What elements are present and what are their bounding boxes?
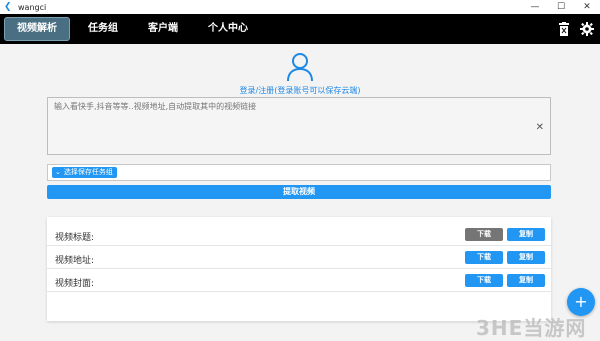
gear-icon[interactable] [580, 22, 594, 36]
minimize-button[interactable]: — [522, 0, 548, 14]
task-group-selector: ⌄ 选择保存任务组 [47, 164, 551, 181]
tab-personal-center[interactable]: 个人中心 [196, 18, 260, 40]
chevron-down-icon: ⌄ [55, 168, 61, 176]
result-label: 视频封面: [55, 279, 95, 289]
watermark-logo: 3HE当游网 [476, 316, 587, 340]
extract-video-button[interactable]: 提取视频 [47, 185, 551, 199]
result-label: 视频标题: [55, 233, 95, 243]
login-register-link[interactable]: 登录/注册(登录账号可以保存云端) [0, 85, 600, 96]
result-row-cover: 视频封面: 下载 复制 [47, 269, 551, 292]
url-input-box: ✕ [47, 97, 551, 155]
tab-video-parse[interactable]: 视频解析 [4, 17, 70, 41]
user-avatar-icon[interactable] [286, 52, 314, 82]
close-button[interactable]: ✕ [574, 0, 600, 14]
login-area: 登录/注册(登录账号可以保存云端) [0, 52, 600, 96]
download-cover-button[interactable]: 下载 [465, 274, 503, 287]
trash-icon[interactable] [558, 22, 570, 36]
app-logo-icon: ❮ [4, 2, 12, 12]
clear-icon[interactable]: ✕ [536, 122, 544, 133]
copy-address-button[interactable]: 复制 [507, 251, 545, 264]
tab-task-group[interactable]: 任务组 [76, 18, 130, 40]
video-url-input[interactable] [48, 98, 528, 148]
download-address-button[interactable]: 下载 [465, 251, 503, 264]
select-task-group-button[interactable]: ⌄ 选择保存任务组 [52, 167, 117, 178]
result-row-title: 视频标题: 下载 复制 [47, 223, 551, 246]
window-title: wangci [18, 2, 47, 12]
copy-cover-button[interactable]: 复制 [507, 274, 545, 287]
tab-client[interactable]: 客户端 [136, 18, 190, 40]
window-controls: — ☐ ✕ [522, 0, 600, 14]
copy-title-button[interactable]: 复制 [507, 228, 545, 241]
top-nav: 视频解析 任务组 客户端 个人中心 [0, 14, 600, 44]
download-title-button[interactable]: 下载 [465, 228, 503, 241]
result-label: 视频地址: [55, 256, 95, 266]
result-card: 视频标题: 下载 复制 视频地址: 下载 复制 视频封面: 下载 复制 [47, 217, 551, 321]
maximize-button[interactable]: ☐ [548, 0, 574, 14]
result-row-address: 视频地址: 下载 复制 [47, 246, 551, 269]
select-task-group-label: 选择保存任务组 [63, 168, 113, 176]
title-bar: ❮ wangci — ☐ ✕ [0, 0, 600, 15]
